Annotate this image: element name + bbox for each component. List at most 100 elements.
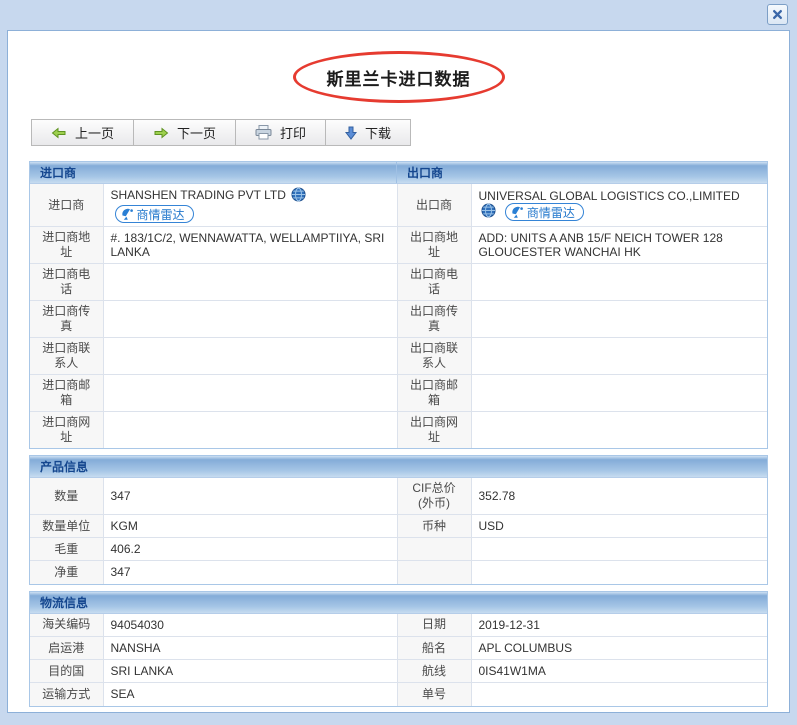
table-row: 海关编码 94054030 日期 2019-12-31 [30,613,767,637]
table-row: 毛重 406.2 [30,537,767,561]
field-label: 海关编码 [30,613,104,637]
table-row: 进口商联系人 出口商联系人 [30,337,767,375]
field-label: 进口商地址 [30,226,104,264]
arrow-left-icon [51,126,67,140]
field-value: 347 [102,478,398,515]
prev-page-button[interactable]: 上一页 [31,119,135,146]
field-value: 94054030 [102,613,398,637]
exporter-header: 出口商 [407,166,444,180]
field-label: 进口商网址 [30,411,104,448]
field-value [470,411,767,448]
globe-icon[interactable] [291,187,306,205]
section-header-trader: 进口商 出口商 [30,162,767,184]
field-label: 数量 [30,478,104,515]
field-value [102,300,398,338]
field-label: 航线 [396,659,472,683]
section-header-product: 产品信息 [30,456,767,478]
field-label: 出口商地址 [396,226,472,264]
detail-dialog: 斯里兰卡进口数据 上一页 下一页 打印 下载 进口商 出口商 进口商 SHANS… [7,30,790,713]
field-label: 船名 [396,636,472,660]
section-description: 描述 产品描述 LIGHT 100 LED, 产品描述 2 Electric l… [29,713,768,714]
field-value [470,263,767,301]
section-product: 产品信息 数量 347 CIF总价(外币) 352.78 数量单位 KGM 币种… [29,455,768,585]
field-label: 启运港 [30,636,104,660]
download-button[interactable]: 下载 [325,119,412,146]
field-label: 运输方式 [30,682,104,706]
field-label: 进口商传真 [30,300,104,338]
field-label: 毛重 [30,537,104,561]
print-label: 打印 [280,126,307,141]
app-window: { "page_title": "斯里兰卡进口数据", "badge_label… [0,0,797,725]
field-value: KGM [102,514,398,538]
prev-page-label: 上一页 [75,126,115,141]
field-value [102,263,398,301]
table-row: 进口商网址 出口商网址 [30,411,767,448]
radar-icon [511,206,524,218]
radar-badge-label: 商情雷达 [136,207,185,222]
exporter-name: UNIVERSAL GLOBAL LOGISTICS CO.,LIMITED [478,189,740,203]
exporter-name-cell: UNIVERSAL GLOBAL LOGISTICS CO.,LIMITED 商… [470,184,767,227]
download-label: 下载 [365,126,392,141]
radar-badge-button[interactable]: 商情雷达 [504,203,584,221]
field-value: APL COLUMBUS [470,636,767,660]
window-titlebar [0,0,797,30]
table-row: 进口商 SHANSHEN TRADING PVT LTD 商情雷达 出口商 UN… [30,184,767,227]
field-label [396,560,472,584]
importer-name: SHANSHEN TRADING PVT LTD [110,188,286,203]
field-label: 目的国 [30,659,104,683]
field-value: SEA [102,682,398,706]
print-button[interactable]: 打印 [235,119,327,146]
red-ellipse-highlight: 斯里兰卡进口数据 [292,51,505,103]
field-value [470,682,767,706]
field-value: USD [470,514,767,538]
field-value [102,337,398,375]
field-label: 出口商电话 [396,263,472,301]
title-row: 斯里兰卡进口数据 [29,51,768,103]
field-value [102,411,398,448]
radar-icon [121,208,134,220]
field-label: 出口商邮箱 [396,374,472,412]
field-label: 净重 [30,560,104,584]
table-row: 净重 347 [30,560,767,584]
section-header-logistics: 物流信息 [30,591,767,614]
importer-name-cell: SHANSHEN TRADING PVT LTD 商情雷达 [102,184,398,227]
field-label [396,537,472,561]
field-label: 数量单位 [30,514,104,538]
field-label: 出口商联系人 [396,337,472,375]
field-value [470,374,767,412]
section-trader: 进口商 出口商 进口商 SHANSHEN TRADING PVT LTD 商情雷… [29,161,768,449]
field-value [470,560,767,584]
field-label: CIF总价(外币) [396,478,472,515]
trader-table: 进口商 SHANSHEN TRADING PVT LTD 商情雷达 出口商 UN… [30,184,767,448]
field-label: 单号 [396,682,472,706]
field-label: 进口商电话 [30,263,104,301]
next-page-label: 下一页 [177,126,217,141]
field-value: #. 183/1C/2, WENNAWATTA, WELLAMPTIIYA, S… [102,226,398,264]
table-row: 进口商地址 #. 183/1C/2, WENNAWATTA, WELLAMPTI… [30,226,767,264]
field-label: 进口商邮箱 [30,374,104,412]
field-value [102,374,398,412]
field-label: 出口商传真 [396,300,472,338]
field-label: 币种 [396,514,472,538]
field-value [470,300,767,338]
field-value: SRI LANKA [102,659,398,683]
logistics-header: 物流信息 [40,595,89,610]
globe-icon[interactable] [480,203,496,221]
radar-badge-label: 商情雷达 [526,205,575,220]
field-label: 日期 [396,613,472,637]
logistics-table: 海关编码 94054030 日期 2019-12-31 启运港 NANSHA 船… [30,613,767,706]
next-page-button[interactable]: 下一页 [133,119,237,146]
table-row: 运输方式 SEA 单号 [30,682,767,706]
field-value: NANSHA [102,636,398,660]
close-button[interactable] [767,4,788,25]
radar-badge-button[interactable]: 商情雷达 [114,205,194,223]
importer-header: 进口商 [30,162,397,183]
field-value: ADD: UNITS A ANB 15/F NEICH TOWER 128 GL… [470,226,767,264]
field-value [470,337,767,375]
field-value [470,537,767,561]
product-header: 产品信息 [40,460,89,474]
field-label: 出口商 [396,184,472,227]
field-label: 进口商联系人 [30,337,104,375]
printer-icon [255,125,272,140]
table-row: 启运港 NANSHA 船名 APL COLUMBUS [30,636,767,660]
